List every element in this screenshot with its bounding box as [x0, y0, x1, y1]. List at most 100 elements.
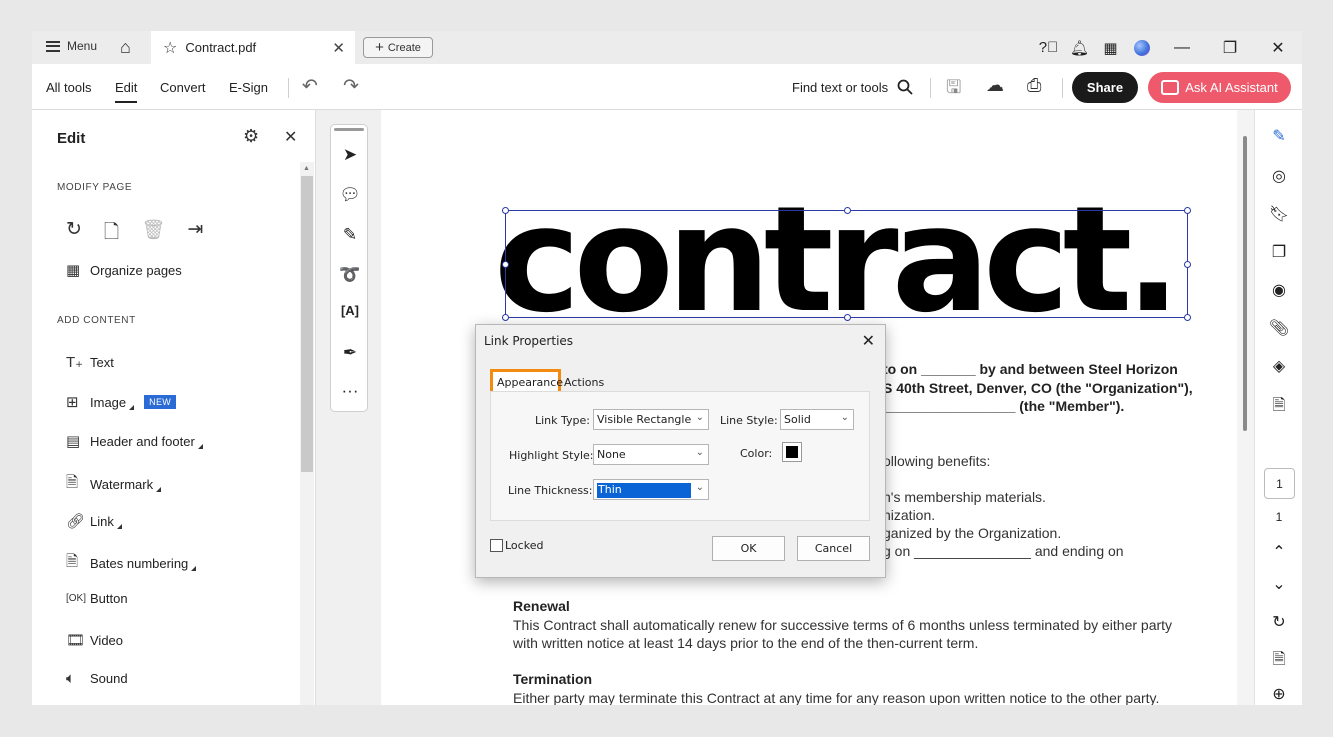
extract-page-icon[interactable]: ⇥ [187, 218, 203, 250]
create-button[interactable]: + Create [363, 37, 433, 58]
quick-tools-strip: ➤ 💬︎ ✎ ➰ [A] ✒ ··· [330, 124, 368, 412]
minimize-button[interactable]: — [1158, 39, 1206, 57]
resize-handle[interactable] [1184, 207, 1191, 214]
panel-scrollbar[interactable]: ▲ [300, 162, 314, 705]
document-properties-icon[interactable]: 🗎 [1255, 394, 1302, 421]
save-icon[interactable]: 🖫 [946, 75, 961, 105]
link-selection-rectangle[interactable] [502, 207, 1191, 321]
header-footer-label: Header and footer [90, 433, 195, 449]
drag-handle[interactable] [334, 128, 364, 131]
highlight-pen-icon[interactable]: ✎ [331, 225, 369, 245]
checkbox-box[interactable] [490, 539, 503, 552]
watermark-label: Watermark [90, 477, 154, 492]
text-box-icon[interactable]: [A] [331, 303, 369, 318]
insert-page-icon[interactable]: 🗋 [104, 218, 119, 250]
gear-icon[interactable]: ⚙ [243, 126, 259, 147]
link-item[interactable]: 🔗︎ Link [66, 512, 122, 530]
document-scrollbar[interactable] [1237, 110, 1254, 705]
scrollbar-thumb[interactable] [1243, 136, 1247, 431]
button-item[interactable]: [OK] Button [66, 591, 128, 606]
line-thickness-select[interactable]: Thin ⌄ [593, 479, 709, 500]
lasso-icon[interactable]: ➰ [331, 265, 369, 285]
scroll-up-icon[interactable]: ▲ [303, 165, 310, 172]
select-arrow-icon[interactable]: ➤ [331, 145, 369, 165]
star-icon[interactable]: ☆ [163, 38, 177, 58]
toolbar-divider [1062, 78, 1063, 98]
menu-button[interactable]: Menu [46, 39, 97, 53]
resize-handle[interactable] [502, 207, 509, 214]
restore-button[interactable]: ❐ [1206, 38, 1254, 58]
header-footer-item[interactable]: ▤ Header and footer [66, 432, 203, 450]
chevron-up-icon[interactable]: ⌃ [1255, 542, 1302, 562]
resize-handle[interactable] [844, 314, 851, 321]
comment-icon[interactable]: 💬︎ [331, 185, 369, 205]
share-button[interactable]: Share [1072, 72, 1138, 103]
button-icon: [OK] [66, 593, 87, 604]
resize-handle[interactable] [502, 314, 509, 321]
tab-actions[interactable]: Actions [564, 376, 604, 389]
dialog-close-icon[interactable]: ✕ [862, 331, 875, 350]
tab-all-tools[interactable]: All tools [46, 80, 92, 95]
doc-line: with written notice at least 14 days pri… [513, 635, 979, 651]
home-icon[interactable]: ⌂ [120, 37, 131, 57]
tab-edit[interactable]: Edit [115, 80, 138, 103]
cloud-upload-icon[interactable]: ☁ [986, 75, 1004, 96]
ai-assistant-button[interactable]: Ask AI Assistant [1148, 72, 1291, 103]
locked-checkbox[interactable]: Locked [490, 539, 543, 552]
bell-icon[interactable]: 🔔︎ [1064, 39, 1095, 57]
zoom-in-icon[interactable]: ⊕ [1255, 684, 1302, 704]
resize-handle[interactable] [1184, 314, 1191, 321]
sign-icon[interactable]: ✒ [331, 343, 369, 363]
sound-label: Sound [90, 671, 128, 686]
resize-handle[interactable] [844, 207, 851, 214]
organize-pages-item[interactable]: ▦ Organize pages [66, 261, 182, 279]
rotate-icon[interactable]: ↻ [66, 218, 82, 250]
video-item[interactable]: 🎞︎ Video [66, 631, 123, 649]
color-swatch[interactable] [782, 442, 802, 462]
page-number-input[interactable]: 1 [1264, 468, 1295, 499]
print-icon[interactable]: ⎙ [1027, 75, 1041, 96]
help-icon[interactable]: ?⃝ [1033, 39, 1064, 56]
layers-target-icon[interactable]: ◉ [1255, 280, 1302, 300]
chevron-down-icon[interactable]: ⌄ [1255, 574, 1302, 594]
resize-handle[interactable] [502, 261, 509, 268]
add-image-item[interactable]: ⊞ Image NEW [66, 393, 177, 411]
apps-grid-icon[interactable]: ▦ [1095, 39, 1126, 57]
undo-icon[interactable]: ↶ [302, 75, 318, 98]
title-bar-controls: ?⃝ 🔔︎ ▦ — ❐ ✕ [1033, 31, 1302, 64]
tab-convert[interactable]: Convert [160, 80, 206, 95]
layers-icon[interactable]: ◈ [1255, 356, 1302, 376]
link-type-select[interactable]: Visible Rectangle ⌄ [593, 409, 709, 430]
cancel-button[interactable]: Cancel [797, 536, 870, 561]
organize-pages-label: Organize pages [90, 262, 182, 278]
page-fit-icon[interactable]: 🗎 [1255, 648, 1302, 675]
redo-icon[interactable]: ↷ [343, 75, 359, 98]
toolbar-divider [288, 78, 289, 98]
sound-item[interactable]: 🔈︎ Sound [66, 670, 128, 687]
document-tab[interactable]: ☆ Contract.pdf ✕ [151, 31, 355, 64]
tab-e-sign[interactable]: E-Sign [229, 80, 268, 95]
more-tools-icon[interactable]: ··· [331, 381, 369, 401]
doc-line: ollowing benefits: [883, 453, 991, 469]
delete-page-icon[interactable]: 🗑 [141, 218, 165, 250]
refresh-icon[interactable]: ↻ [1255, 612, 1302, 632]
bookmarks-icon[interactable]: 🔖︎ [1255, 204, 1302, 224]
scrollbar-thumb[interactable] [301, 176, 313, 472]
resize-handle[interactable] [1184, 261, 1191, 268]
tab-close-icon[interactable]: ✕ [332, 39, 345, 57]
comments-icon[interactable]: ◎ [1255, 166, 1302, 186]
highlight-style-select[interactable]: None ⌄ [593, 444, 709, 465]
ok-button[interactable]: OK [712, 536, 785, 561]
watermark-item[interactable]: 🗎 Watermark [66, 472, 162, 497]
pages-icon[interactable]: ❐ [1255, 242, 1302, 262]
edit-pdf-icon[interactable]: ✎ [1255, 126, 1302, 146]
line-style-select[interactable]: Solid ⌄ [780, 409, 854, 430]
avatar[interactable] [1134, 39, 1150, 56]
window-close-button[interactable]: ✕ [1254, 38, 1302, 58]
find-tools-button[interactable]: Find text or tools [792, 79, 913, 95]
add-text-item[interactable]: T₊ Text [66, 353, 114, 371]
bates-numbering-item[interactable]: 🗎 Bates numbering [66, 551, 197, 576]
attachment-icon[interactable]: 📎︎ [1255, 318, 1302, 338]
dialog-title: Link Properties [484, 334, 574, 348]
panel-close-icon[interactable]: ✕ [284, 127, 297, 147]
